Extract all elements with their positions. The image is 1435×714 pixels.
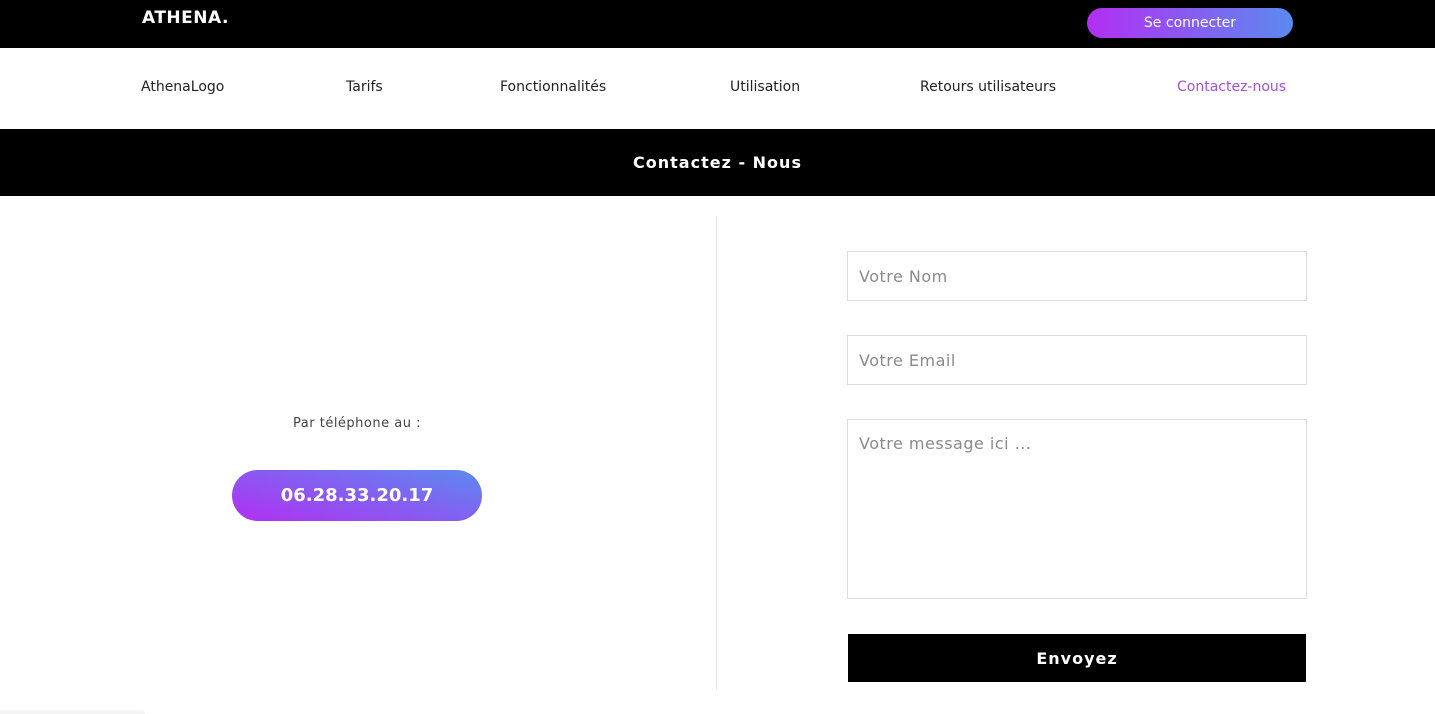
nav-item-fonctionnalites[interactable]: Fonctionnalités [500,79,606,95]
login-button[interactable]: Se connecter [1087,8,1293,38]
email-input[interactable] [847,335,1307,385]
corner-shadow [0,708,145,714]
top-bar: ATHENA. Se connecter [0,0,1435,48]
column-divider [716,216,717,690]
nav-item-utilisation[interactable]: Utilisation [730,79,800,95]
main-nav: AthenaLogo Tarifs Fonctionnalités Utilis… [0,48,1435,129]
name-input[interactable] [847,251,1307,301]
nav-item-tarifs[interactable]: Tarifs [346,79,383,95]
send-button[interactable]: Envoyez [848,634,1306,682]
nav-item-contactez-nous[interactable]: Contactez-nous [1177,79,1286,95]
phone-label: Par téléphone au : [293,416,421,431]
phone-number-button[interactable]: 06.28.33.20.17 [232,470,482,521]
message-textarea[interactable] [847,419,1307,599]
contact-banner: Contactez - Nous [0,129,1435,196]
nav-item-athenalogo[interactable]: AthenaLogo [141,79,224,95]
page-title: Contactez - Nous [633,153,802,172]
nav-item-retours-utilisateurs[interactable]: Retours utilisateurs [920,79,1056,95]
athena-logo[interactable]: ATHENA. [142,8,229,28]
